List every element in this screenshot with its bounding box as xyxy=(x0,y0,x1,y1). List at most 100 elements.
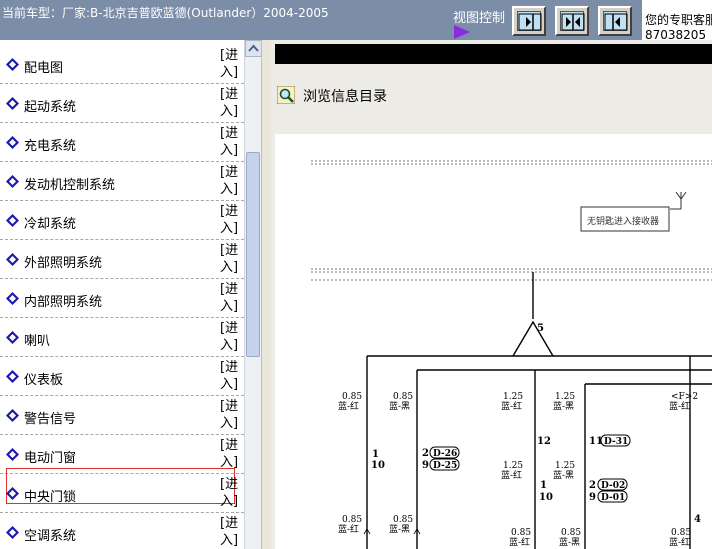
enter-link[interactable]: [进入] xyxy=(220,359,242,393)
system-name[interactable]: 警告信号 xyxy=(24,408,76,427)
split-right-icon xyxy=(518,13,542,31)
content-title-bar xyxy=(275,44,712,64)
vehicle-label: 当前车型：厂家:B-北京吉普欧蓝德(Outlander）2004-2005 xyxy=(2,6,329,20)
connector-code: D-31 xyxy=(604,437,628,447)
pin-number: 9 xyxy=(422,460,429,471)
wire-color: 蓝-红 xyxy=(338,523,359,535)
scroll-up-button[interactable] xyxy=(245,40,262,57)
diamond-icon xyxy=(6,526,19,539)
wire-color: 蓝-黑 xyxy=(389,400,410,412)
list-item[interactable]: 配电图 [进入] xyxy=(0,45,244,84)
receiver-label: 无钥匙进入接收器 xyxy=(587,215,659,227)
enter-link[interactable]: [进入] xyxy=(220,320,242,354)
wire-gauge: 1.25 xyxy=(555,461,575,471)
diamond-icon xyxy=(6,97,19,110)
collapse-left-pane-button[interactable] xyxy=(512,6,546,36)
wire-color: 蓝-红 xyxy=(669,400,690,412)
wire-color: 蓝-红 xyxy=(501,469,522,481)
pin-number: 10 xyxy=(539,492,553,503)
enter-link[interactable]: [进入] xyxy=(220,242,242,276)
enter-link[interactable]: [进入] xyxy=(220,281,242,315)
system-list: 配电图 [进入] 起动系统 [进入] 充电系统 [进入] 发动机控制系统 [进入… xyxy=(0,40,244,549)
system-name[interactable]: 冷却系统 xyxy=(24,213,76,232)
wire-color: 蓝-红 xyxy=(669,536,690,548)
system-name[interactable]: 配电图 xyxy=(24,57,63,76)
system-name[interactable]: 喇叭 xyxy=(24,330,50,349)
top-bar: 当前车型：厂家:B-北京吉普欧蓝德(Outlander）2004-2005 视图… xyxy=(0,0,712,40)
wire-gauge: 0.85 xyxy=(393,515,413,525)
help-line-1: 您的专职客服 xyxy=(645,13,712,27)
wire-gauge: 1.25 xyxy=(503,392,523,402)
wire-color: 蓝-黑 xyxy=(389,523,410,535)
pin-number: 10 xyxy=(371,460,385,471)
split-both-button[interactable] xyxy=(555,6,589,36)
split-center-icon xyxy=(561,13,585,31)
pin-number: 1 xyxy=(372,449,379,460)
list-item[interactable]: 喇叭 [进入] xyxy=(0,318,244,357)
diamond-icon xyxy=(6,58,19,71)
wire-gauge: 0.85 xyxy=(511,528,531,538)
wire-color: 蓝-红 xyxy=(509,536,530,548)
diamond-icon xyxy=(6,292,19,305)
system-name[interactable]: 仪表板 xyxy=(24,369,63,388)
pin-number: 1 xyxy=(540,480,547,491)
help-contact-box: 您的专职客服 87038205 xyxy=(642,0,712,40)
list-item[interactable]: 外部照明系统 [进入] xyxy=(0,240,244,279)
diamond-icon xyxy=(6,136,19,149)
list-item[interactable]: 警告信号 [进入] xyxy=(0,396,244,435)
content-pane: 浏览信息目录 无钥匙进入接收器 5 0.85 蓝-红 0.85 蓝-黑 1.25… xyxy=(271,40,712,549)
diamond-icon xyxy=(6,487,19,500)
system-name[interactable]: 起动系统 xyxy=(24,96,76,115)
chevron-up-icon xyxy=(248,44,259,52)
enter-link[interactable]: [进入] xyxy=(220,164,242,198)
enter-link[interactable]: [进入] xyxy=(220,47,242,81)
list-item[interactable]: 空调系统 [进入] xyxy=(0,513,244,549)
pin-number: 4 xyxy=(694,514,701,525)
wire-gauge: 0.85 xyxy=(671,528,691,538)
wire-color: 蓝-黑 xyxy=(559,536,580,548)
list-item[interactable]: 充电系统 [进入] xyxy=(0,123,244,162)
system-name[interactable]: 中央门锁 xyxy=(24,486,76,505)
wiring-diagram-canvas: 无钥匙进入接收器 5 0.85 蓝-红 0.85 蓝-黑 1.25 蓝-红 1.… xyxy=(311,160,712,549)
system-name[interactable]: 电动门窗 xyxy=(24,447,76,466)
scroll-thumb[interactable] xyxy=(246,152,260,357)
wire-color: 蓝-黑 xyxy=(553,469,574,481)
diamond-icon xyxy=(6,214,19,227)
system-name[interactable]: 外部照明系统 xyxy=(24,252,102,271)
pin-number: 2 xyxy=(589,480,596,491)
system-name[interactable]: 空调系统 xyxy=(24,525,76,544)
wire-gauge: 0.85 xyxy=(342,515,362,525)
pin-number: 12 xyxy=(537,436,551,447)
list-item[interactable]: 起动系统 [进入] xyxy=(0,84,244,123)
pane-splitter[interactable] xyxy=(261,40,271,549)
enter-link[interactable]: [进入] xyxy=(220,437,242,471)
browse-title[interactable]: 浏览信息目录 xyxy=(303,86,387,106)
enter-link[interactable]: [进入] xyxy=(220,86,242,120)
enter-link[interactable]: [进入] xyxy=(220,476,242,510)
list-item[interactable]: 发动机控制系统 [进入] xyxy=(0,162,244,201)
magnifier-icon xyxy=(277,86,295,104)
enter-link[interactable]: [进入] xyxy=(220,515,242,549)
list-item[interactable]: 冷却系统 [进入] xyxy=(0,201,244,240)
list-scrollbar[interactable] xyxy=(244,40,262,549)
wire-gauge: 1.25 xyxy=(555,392,575,402)
list-item-selected[interactable]: 中央门锁 [进入] xyxy=(0,468,244,513)
system-name[interactable]: 发动机控制系统 xyxy=(24,174,115,193)
enter-link[interactable]: [进入] xyxy=(220,125,242,159)
list-item[interactable]: 仪表板 [进入] xyxy=(0,357,244,396)
pin-number: 2 xyxy=(422,448,429,459)
enter-link[interactable]: [进入] xyxy=(220,398,242,432)
system-name[interactable]: 充电系统 xyxy=(24,135,76,154)
node-number: 5 xyxy=(537,323,544,334)
system-name[interactable]: 内部照明系统 xyxy=(24,291,102,310)
collapse-right-pane-button[interactable] xyxy=(598,6,632,36)
split-left-icon xyxy=(604,13,628,31)
wire-color: 蓝-黑 xyxy=(553,400,574,412)
enter-link[interactable]: [进入] xyxy=(220,203,242,237)
play-icon[interactable] xyxy=(454,25,470,39)
diamond-icon xyxy=(6,331,19,344)
list-item[interactable]: 内部照明系统 [进入] xyxy=(0,279,244,318)
diamond-icon xyxy=(6,448,19,461)
connector-code: D-25 xyxy=(433,461,457,471)
diamond-icon xyxy=(6,370,19,383)
